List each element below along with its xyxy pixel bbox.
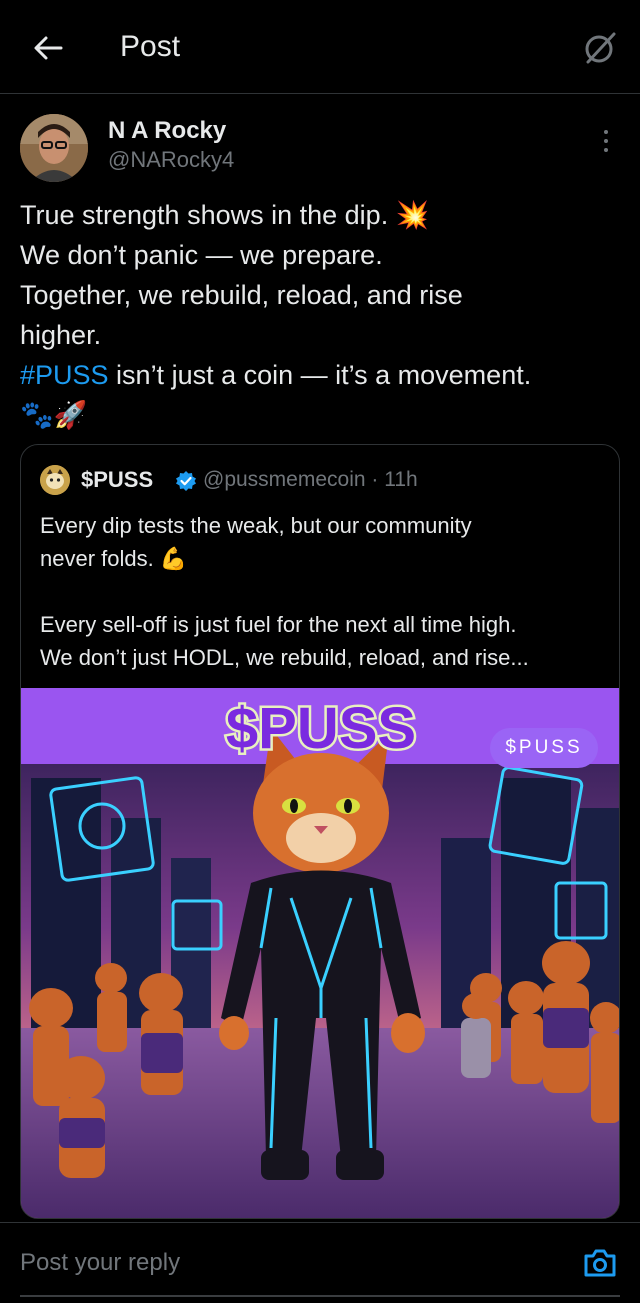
quoted-post[interactable]: $PUSS @pussmemecoin · 11h Every dip test… <box>20 444 620 1219</box>
post-line: #PUSS isn’t just a coin — it’s a movemen… <box>20 355 625 395</box>
slash-circle-icon <box>585 32 616 64</box>
author-handle[interactable]: @NARocky4 <box>108 147 234 173</box>
post-body: True strength shows in the dip. 💥 We don… <box>20 195 625 435</box>
camera-icon <box>584 1249 616 1277</box>
more-dot-icon <box>604 139 608 143</box>
more-dot-icon <box>604 130 608 134</box>
reply-underline <box>20 1295 620 1297</box>
quote-paragraph-gap <box>40 575 610 608</box>
top-bar: Post <box>0 0 640 94</box>
quote-handle-time: @pussmemecoin · 11h <box>203 468 418 491</box>
quote-line: We don’t just HODL, we rebuild, reload, … <box>40 645 529 670</box>
puss-logo-icon <box>40 465 70 495</box>
avatar[interactable] <box>20 114 88 182</box>
quote-line: Every sell-off is just fuel for the next… <box>40 612 517 637</box>
arrow-left-icon <box>34 36 63 60</box>
camera-button[interactable] <box>580 1243 620 1283</box>
post-line-text: isn’t just a coin — it’s a movement. <box>108 360 532 390</box>
grok-button[interactable] <box>578 26 622 70</box>
quote-line: Every dip tests the weak, but our commun… <box>40 513 472 538</box>
back-button[interactable] <box>28 28 68 68</box>
verified-badge-icon <box>176 471 196 491</box>
quote-body: Every dip tests the weak, but our commun… <box>40 509 610 674</box>
more-options-button[interactable] <box>594 126 618 156</box>
post-emoji-line: 🐾🚀 <box>20 400 88 430</box>
hashtag-link[interactable]: #PUSS <box>20 360 109 390</box>
post-line: True strength shows in the dip. 💥 <box>20 200 430 230</box>
reply-bar: Post your reply <box>0 1222 640 1303</box>
post-line: higher. <box>20 320 102 350</box>
author-name[interactable]: N A Rocky <box>108 117 226 145</box>
page-title: Post <box>120 30 181 63</box>
more-dot-icon <box>604 148 608 152</box>
quote-avatar <box>40 465 70 495</box>
avatar-image <box>20 114 88 182</box>
media-title: $PUSS <box>226 696 416 761</box>
media-badge: $PUSS <box>490 728 598 768</box>
post-line: Together, we rebuild, reload, and rise <box>20 280 463 310</box>
quote-line: never folds. 💪 <box>40 546 188 571</box>
quote-author-name: $PUSS <box>81 467 154 492</box>
reply-input[interactable]: Post your reply <box>20 1249 180 1277</box>
post-line: We don’t panic — we prepare. <box>20 240 383 270</box>
